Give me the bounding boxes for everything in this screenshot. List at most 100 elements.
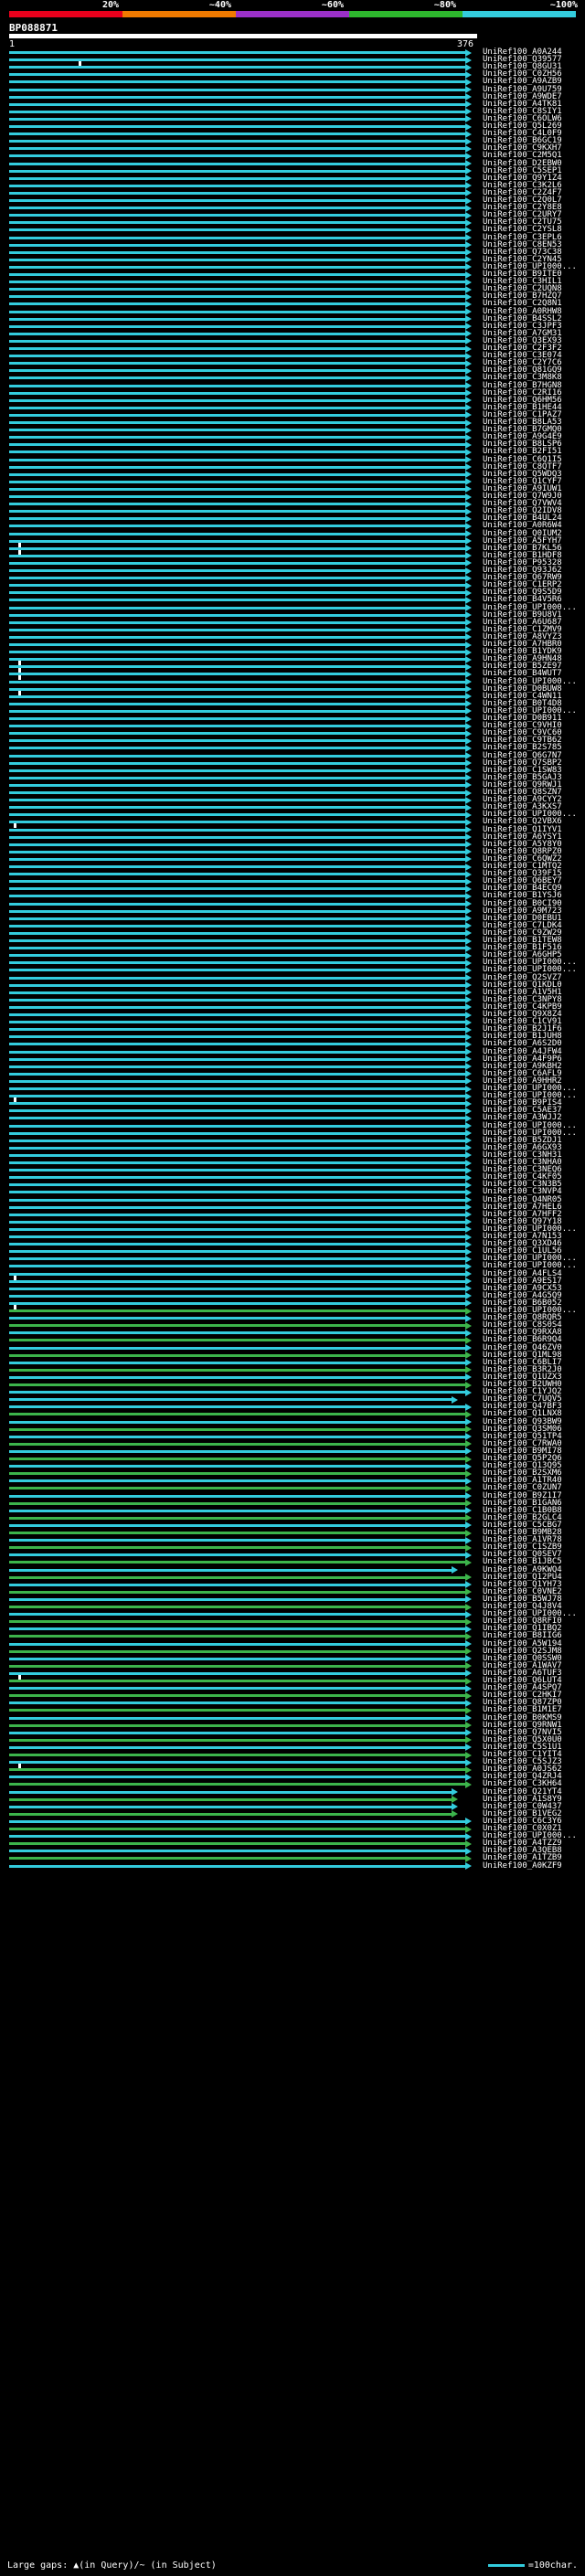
- hit-bar[interactable]: [9, 480, 465, 483]
- hit-bar[interactable]: [9, 806, 465, 810]
- hit-bar[interactable]: [9, 1546, 465, 1550]
- hit-bar[interactable]: [9, 1317, 465, 1320]
- hit-bar[interactable]: [9, 1701, 465, 1705]
- hit-bar[interactable]: [9, 1754, 465, 1756]
- hit-bar[interactable]: [9, 487, 465, 491]
- hit-bar[interactable]: [9, 1413, 465, 1416]
- hit-bar[interactable]: [9, 1568, 452, 1572]
- hit-bar[interactable]: [9, 1731, 465, 1734]
- hit-bar[interactable]: [9, 184, 465, 187]
- hit-bar[interactable]: [9, 258, 465, 261]
- hit-bar[interactable]: [9, 1479, 465, 1483]
- hit-bar[interactable]: [9, 725, 465, 728]
- hit-bar[interactable]: [9, 1819, 465, 1823]
- hit-bar[interactable]: [9, 1738, 465, 1742]
- hit-bar[interactable]: [9, 1606, 465, 1608]
- hit-bar[interactable]: [9, 687, 465, 691]
- hit-bar[interactable]: [9, 1346, 465, 1350]
- hit-bar[interactable]: [9, 1687, 465, 1691]
- hit-bar[interactable]: [9, 902, 465, 906]
- hit-bar[interactable]: [9, 1383, 465, 1386]
- hit-bar[interactable]: [9, 546, 465, 550]
- hit-bar[interactable]: [9, 1516, 465, 1520]
- hit-bar[interactable]: [9, 1309, 465, 1312]
- hit-bar[interactable]: [9, 1509, 465, 1512]
- hit-bar[interactable]: [9, 1102, 465, 1106]
- hit-bar[interactable]: [9, 525, 465, 528]
- hit-bar[interactable]: [9, 1442, 465, 1446]
- hit-bar[interactable]: [9, 125, 465, 128]
- hit-bar[interactable]: [9, 1265, 465, 1268]
- hit-bar[interactable]: [9, 1095, 465, 1098]
- hit-bar[interactable]: [9, 332, 465, 335]
- hit-bar[interactable]: [9, 421, 465, 424]
- hit-bar[interactable]: [9, 384, 465, 387]
- hit-bar[interactable]: [9, 1657, 465, 1660]
- hit-bar[interactable]: [9, 207, 465, 210]
- hit-bar[interactable]: [9, 1050, 465, 1054]
- hit-bar[interactable]: [9, 791, 465, 794]
- hit-bar[interactable]: [9, 1375, 465, 1379]
- hit-bar[interactable]: [9, 613, 465, 617]
- hit-bar[interactable]: [9, 221, 465, 225]
- hit-bar[interactable]: [9, 539, 465, 543]
- hit-bar[interactable]: [9, 472, 465, 476]
- hit-bar[interactable]: [9, 1539, 465, 1542]
- hit-bar[interactable]: [9, 947, 465, 950]
- hit-bar[interactable]: [9, 554, 465, 557]
- hit-bar[interactable]: [9, 88, 465, 91]
- hit-bar[interactable]: [9, 1449, 465, 1453]
- hit-bar[interactable]: [9, 1072, 465, 1076]
- hit-bar[interactable]: [9, 783, 465, 787]
- hit-bar[interactable]: [9, 694, 465, 698]
- hit-bar[interactable]: [9, 1028, 465, 1032]
- hit-bar[interactable]: [9, 214, 465, 217]
- hit-bar[interactable]: [9, 1205, 465, 1209]
- hit-bar[interactable]: [9, 1124, 465, 1128]
- hit-bar[interactable]: [9, 628, 465, 631]
- hit-bar[interactable]: [9, 835, 465, 839]
- hit-bar[interactable]: [9, 339, 465, 343]
- hit-bar[interactable]: [9, 228, 465, 232]
- hit-bar[interactable]: [9, 1850, 465, 1853]
- hit-bar[interactable]: [9, 1613, 465, 1617]
- hit-bar[interactable]: [9, 1575, 465, 1579]
- hit-bar[interactable]: [9, 281, 465, 284]
- hit-bar[interactable]: [9, 939, 465, 942]
- hit-bar[interactable]: [9, 1709, 465, 1712]
- hit-bar[interactable]: [9, 1191, 465, 1194]
- hit-bar[interactable]: [9, 1331, 465, 1335]
- hit-bar[interactable]: [9, 1146, 465, 1150]
- hit-bar[interactable]: [9, 917, 465, 920]
- hit-bar[interactable]: [9, 991, 465, 994]
- hit-bar[interactable]: [9, 799, 465, 802]
- hit-bar[interactable]: [9, 732, 465, 736]
- hit-bar[interactable]: [9, 1057, 465, 1061]
- hit-bar[interactable]: [9, 1213, 465, 1216]
- hit-bar[interactable]: [9, 117, 465, 121]
- hit-bar[interactable]: [9, 1087, 465, 1090]
- hit-bar[interactable]: [9, 976, 465, 980]
- hit-bar[interactable]: [9, 347, 465, 350]
- hit-bar[interactable]: [9, 1220, 465, 1224]
- hit-bar[interactable]: [9, 1835, 465, 1839]
- hit-bar[interactable]: [9, 1494, 465, 1498]
- hit-bar[interactable]: [9, 1857, 465, 1860]
- hit-bar[interactable]: [9, 739, 465, 743]
- hit-bar[interactable]: [9, 1109, 465, 1113]
- hit-bar[interactable]: [9, 1797, 452, 1801]
- hit-bar[interactable]: [9, 1694, 465, 1698]
- hit-bar[interactable]: [9, 162, 465, 165]
- hit-bar[interactable]: [9, 1035, 465, 1039]
- hit-bar[interactable]: [9, 1131, 465, 1135]
- hit-bar[interactable]: [9, 873, 465, 876]
- hit-bar[interactable]: [9, 1864, 465, 1868]
- hit-bar[interactable]: [9, 909, 465, 913]
- hit-bar[interactable]: [9, 769, 465, 772]
- hit-bar[interactable]: [9, 665, 465, 669]
- hit-bar[interactable]: [9, 1324, 465, 1328]
- hit-bar[interactable]: [9, 517, 465, 521]
- hit-bar[interactable]: [9, 709, 465, 713]
- hit-bar[interactable]: [9, 110, 465, 113]
- hit-bar[interactable]: [9, 510, 465, 514]
